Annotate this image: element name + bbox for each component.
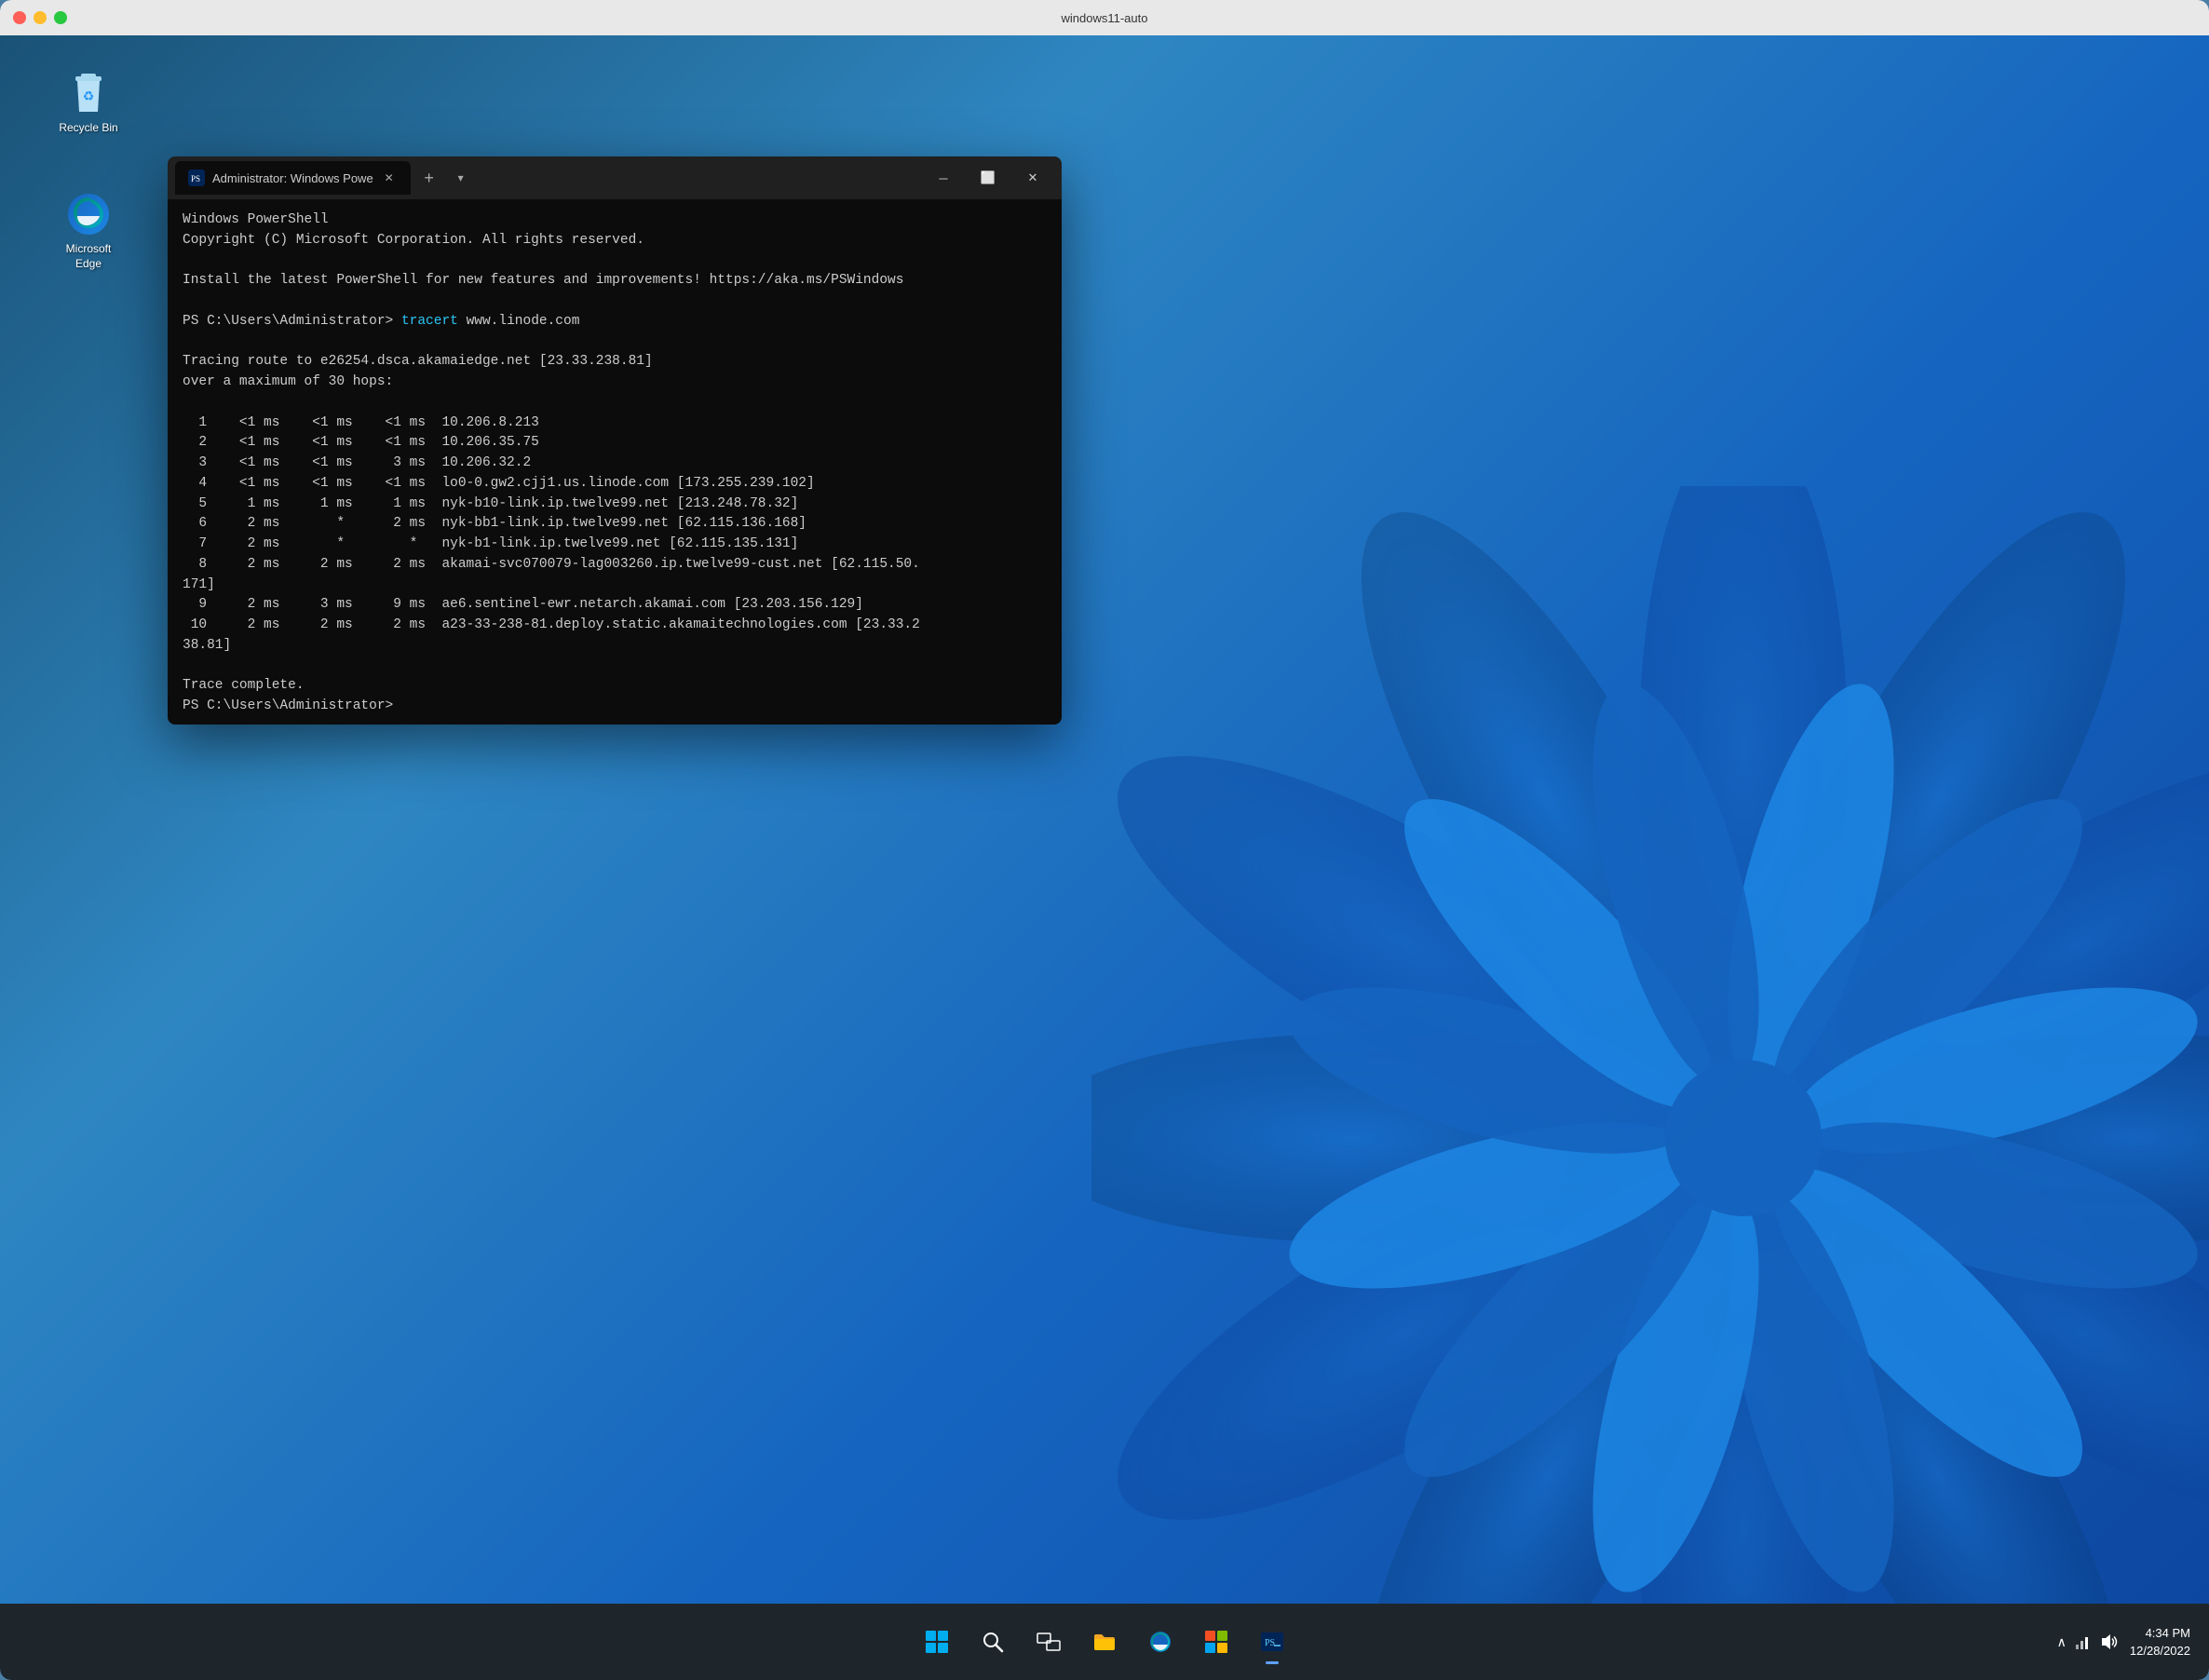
- ps-line-13: 3 <1 ms <1 ms 3 ms 10.206.32.2: [183, 454, 1047, 474]
- mac-title: windows11-auto: [1062, 11, 1148, 25]
- taskbar-center: PS: [912, 1617, 1297, 1667]
- ps-line-2: Copyright (C) Microsoft Corporation. All…: [183, 231, 1047, 251]
- ps-titlebar: PS Administrator: Windows Powe ✕ + ▾ ─ ⬜…: [168, 156, 1062, 199]
- svg-text:PS: PS: [1265, 1638, 1275, 1648]
- mac-titlebar: windows11-auto: [0, 0, 2209, 35]
- ps-line-22: 38.81]: [183, 636, 1047, 657]
- taskbar-store-button[interactable]: [1191, 1617, 1241, 1667]
- svg-text:PS: PS: [191, 174, 200, 183]
- ps-line-3: [183, 251, 1047, 272]
- taskview-icon: [1037, 1630, 1061, 1654]
- mac-close-button[interactable]: [13, 11, 26, 24]
- desktop: ♻ Recycle Bin: [0, 35, 2209, 1604]
- ps-line-15: 5 1 ms 1 ms 1 ms nyk-b10-link.ip.twelve9…: [183, 495, 1047, 515]
- ps-line-9: over a maximum of 30 hops:: [183, 373, 1047, 393]
- ps-line-12: 2 <1 ms <1 ms <1 ms 10.206.35.75: [183, 433, 1047, 454]
- ps-line-5: [183, 291, 1047, 312]
- taskbar-date-display: 12/28/2022: [2130, 1642, 2190, 1660]
- recycle-bin-label: Recycle Bin: [59, 121, 117, 136]
- ps-line-8: Tracing route to e26254.dsca.akamaiedge.…: [183, 352, 1047, 373]
- ps-line-17: 7 2 ms * * nyk-b1-link.ip.twelve99.net […: [183, 535, 1047, 555]
- ps-tab-icon: PS: [188, 169, 205, 186]
- taskbar-taskview-button[interactable]: [1023, 1617, 1074, 1667]
- ps-new-tab-button[interactable]: +: [414, 163, 444, 193]
- store-icon: [1204, 1630, 1228, 1654]
- ps-line-24: Trace complete.: [183, 676, 1047, 697]
- ps-line-1: Windows PowerShell: [183, 210, 1047, 231]
- ps-line-20: 9 2 ms 3 ms 9 ms ae6.sentinel-ewr.netarc…: [183, 595, 1047, 616]
- search-icon: [981, 1630, 1005, 1654]
- ps-line-14: 4 <1 ms <1 ms <1 ms lo0-0.gw2.cjj1.us.li…: [183, 474, 1047, 495]
- recycle-bin-icon: ♻: [64, 69, 113, 117]
- ps-line-6: PS C:\Users\Administrator> tracert www.l…: [183, 312, 1047, 332]
- ps-terminal-content[interactable]: Windows PowerShell Copyright (C) Microso…: [168, 199, 1062, 725]
- taskbar-edge-button[interactable]: [1135, 1617, 1186, 1667]
- terminal-icon: PS: [1260, 1630, 1284, 1654]
- ps-line-10: [183, 393, 1047, 413]
- file-explorer-icon: [1092, 1630, 1117, 1654]
- ps-minimize-button[interactable]: ─: [922, 163, 965, 193]
- wallpaper-bloom: [1091, 486, 2209, 1604]
- mac-window-buttons: [13, 11, 67, 24]
- ps-line-16: 6 2 ms * 2 ms nyk-bb1-link.ip.twelve99.n…: [183, 514, 1047, 535]
- mac-minimize-button[interactable]: [34, 11, 47, 24]
- taskbar-explorer-button[interactable]: [1079, 1617, 1130, 1667]
- desktop-icon-recycle-bin[interactable]: ♻ Recycle Bin: [47, 63, 130, 142]
- ps-dropdown-button[interactable]: ▾: [448, 165, 474, 191]
- taskbar-time-display: 4:34 PM: [2130, 1624, 2190, 1643]
- powershell-window: PS Administrator: Windows Powe ✕ + ▾ ─ ⬜…: [168, 156, 1062, 725]
- ps-line-4: Install the latest PowerShell for new fe…: [183, 271, 1047, 291]
- taskbar: PS ∧: [0, 1604, 2209, 1680]
- ps-line-23: [183, 657, 1047, 677]
- taskbar-clock[interactable]: 4:34 PM 12/28/2022: [2130, 1624, 2190, 1660]
- mac-window: windows11-auto: [0, 0, 2209, 1680]
- windows-logo-icon: [925, 1630, 949, 1654]
- ps-tab-active[interactable]: PS Administrator: Windows Powe ✕: [175, 161, 411, 195]
- ps-line-18: 8 2 ms 2 ms 2 ms akamai-svc070079-lag003…: [183, 555, 1047, 576]
- volume-icon[interactable]: [2098, 1632, 2119, 1652]
- edge-taskbar-icon: [1148, 1630, 1172, 1654]
- tray-chevron-icon[interactable]: ∧: [2057, 1634, 2067, 1650]
- ps-line-7: [183, 332, 1047, 353]
- ps-tab-label: Administrator: Windows Powe: [212, 171, 373, 185]
- taskbar-start-button[interactable]: [912, 1617, 962, 1667]
- system-tray: ∧: [2057, 1632, 2119, 1652]
- ps-line-21: 10 2 ms 2 ms 2 ms a23-33-238-81.deploy.s…: [183, 616, 1047, 636]
- ps-window-controls: ─ ⬜ ✕: [922, 163, 1054, 193]
- ps-line-19: 171]: [183, 576, 1047, 596]
- network-icon[interactable]: [2072, 1632, 2093, 1652]
- taskbar-terminal-button[interactable]: PS: [1247, 1617, 1297, 1667]
- ps-line-11: 1 <1 ms <1 ms <1 ms 10.206.8.213: [183, 413, 1047, 434]
- edge-icon: [64, 190, 113, 238]
- ps-restore-button[interactable]: ⬜: [967, 163, 1010, 193]
- taskbar-right: ∧ 4:34 PM 12/28/2022: [2057, 1624, 2190, 1660]
- ps-close-button[interactable]: ✕: [1011, 163, 1054, 193]
- edge-label: Microsoft Edge: [52, 242, 125, 271]
- ps-tab-close-button[interactable]: ✕: [381, 169, 398, 186]
- taskbar-search-button[interactable]: [968, 1617, 1018, 1667]
- ps-line-25: PS C:\Users\Administrator>: [183, 697, 1047, 717]
- svg-text:♻: ♻: [83, 88, 95, 103]
- desktop-icon-edge[interactable]: Microsoft Edge: [47, 184, 130, 277]
- mac-maximize-button[interactable]: [54, 11, 67, 24]
